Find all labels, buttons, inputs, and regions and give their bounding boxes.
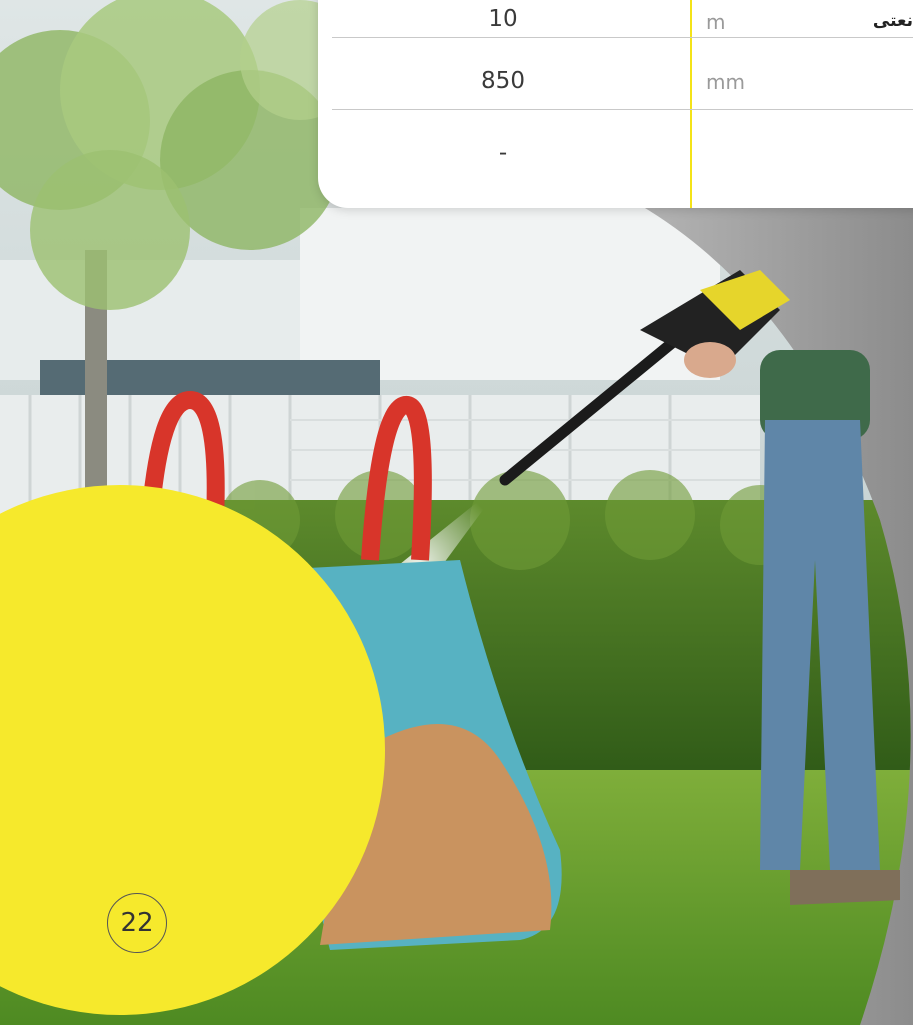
unit-cell: m	[706, 10, 726, 34]
value-cell: -	[498, 140, 508, 166]
spec-table: 10 m نعتی 850 mm -	[318, 0, 913, 208]
unit-cell: mm	[706, 70, 745, 94]
table-row: -	[318, 110, 913, 188]
table-row: 850 mm	[318, 38, 913, 110]
value-cell: 10	[488, 6, 518, 32]
value-cell: 850	[481, 68, 525, 94]
label-cell: نعتی	[872, 11, 913, 31]
table-row: 10 m نعتی	[318, 0, 913, 38]
page-number: 22	[107, 893, 167, 953]
